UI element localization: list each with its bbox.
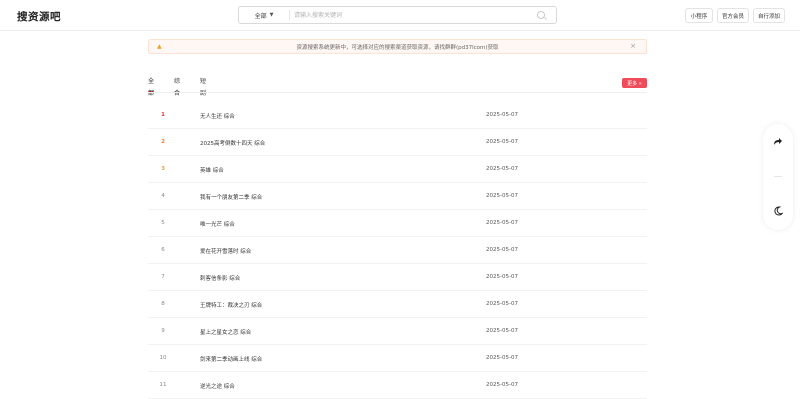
list-item[interactable]: 2 2025高考倒数十四天 综合 2025-05-07 xyxy=(148,129,647,156)
item-title[interactable]: 爱在花开雪落时 综合 xyxy=(200,247,251,255)
moon-icon xyxy=(774,206,783,216)
item-title[interactable]: 唯一光芒 综合 xyxy=(200,220,235,228)
search-input[interactable] xyxy=(294,8,529,22)
mini-program-button[interactable]: 小程序 xyxy=(685,8,713,23)
share-icon xyxy=(774,138,782,145)
item-title[interactable]: 无人生还 综合 xyxy=(200,112,235,120)
item-title[interactable]: 2025高考倒数十四天 综合 xyxy=(200,139,265,147)
more-button[interactable]: 更多 » xyxy=(622,78,647,88)
search-category-dropdown[interactable]: 全部 ▼ xyxy=(239,7,289,23)
item-date: 2025-05-07 xyxy=(486,328,518,334)
chevron-down-icon: ▼ xyxy=(269,12,274,18)
tab-short-drama[interactable]: 短剧 xyxy=(200,76,206,97)
close-icon[interactable]: × xyxy=(630,42,636,50)
list-item[interactable]: 9 星上之星女之恋 综合 2025-05-07 xyxy=(148,318,647,345)
list-item[interactable]: 7 刺客信条影 综合 2025-05-07 xyxy=(148,264,647,291)
item-date: 2025-05-07 xyxy=(486,247,518,253)
tabs-divider xyxy=(148,92,647,93)
rank-number: 2 xyxy=(161,139,165,145)
top-header: 搜资源吧 全部 ▼ 小程序 官方会员 自行添加 xyxy=(0,0,800,31)
rank-number: 3 xyxy=(161,166,165,172)
side-toolbar xyxy=(763,124,793,230)
item-title[interactable]: 星上之星女之恋 综合 xyxy=(200,328,251,336)
list-item[interactable]: 8 王牌特工：裁决之刃 综合 2025-05-07 xyxy=(148,291,647,318)
self-add-button[interactable]: 自行添加 xyxy=(753,8,785,23)
item-date: 2025-05-07 xyxy=(486,166,518,172)
side-divider xyxy=(774,176,782,177)
official-member-button[interactable]: 官方会员 xyxy=(717,8,749,23)
search-bar: 全部 ▼ xyxy=(238,6,557,24)
item-date: 2025-05-07 xyxy=(486,301,518,307)
list-item[interactable]: 5 唯一光芒 综合 2025-05-07 xyxy=(148,210,647,237)
share-button[interactable] xyxy=(763,126,793,156)
rank-number: 1 xyxy=(161,112,165,118)
item-title[interactable]: 逆光之途 综合 xyxy=(200,382,235,390)
list-item[interactable]: 6 爱在花开雪落时 综合 2025-05-07 xyxy=(148,237,647,264)
rank-number: 4 xyxy=(161,193,165,199)
list-item[interactable]: 1 无人生还 综合 2025-05-07 xyxy=(148,102,647,129)
tab-all[interactable]: 全部 xyxy=(148,76,155,97)
notice-banner: ▲ 资源搜索系统更新中，可选择对应的搜索渠道获取资源，请找群群(pd37lcom… xyxy=(148,39,647,54)
item-title[interactable]: 英雄 综合 xyxy=(200,166,224,174)
rank-number: 5 xyxy=(161,220,165,226)
list-item[interactable]: 11 逆光之途 综合 2025-05-07 xyxy=(148,372,647,399)
item-title[interactable]: 王牌特工：裁决之刃 综合 xyxy=(200,301,262,309)
item-date: 2025-05-07 xyxy=(486,112,518,118)
notice-text: 资源搜索系统更新中，可选择对应的搜索渠道获取资源，请找群群(pd37lcom)获… xyxy=(296,45,499,51)
item-title[interactable]: 刺客信条影 综合 xyxy=(200,274,240,282)
rank-number: 6 xyxy=(161,247,165,253)
rank-number: 10 xyxy=(159,355,167,361)
rank-number: 8 xyxy=(161,301,165,307)
rank-number: 11 xyxy=(159,382,167,388)
list-item[interactable]: 10 剑来第二季动画上线 综合 2025-05-07 xyxy=(148,345,647,372)
item-date: 2025-05-07 xyxy=(486,382,518,388)
search-divider xyxy=(289,10,290,20)
search-category-label: 全部 xyxy=(254,12,267,20)
item-date: 2025-05-07 xyxy=(486,274,518,280)
rank-number: 7 xyxy=(161,274,165,280)
item-date: 2025-05-07 xyxy=(486,139,518,145)
site-logo[interactable]: 搜资源吧 xyxy=(17,9,61,24)
tab-general[interactable]: 综合 xyxy=(174,76,180,97)
item-date: 2025-05-07 xyxy=(486,193,518,199)
rank-number: 9 xyxy=(161,328,165,334)
search-icon[interactable] xyxy=(537,11,545,19)
list-item[interactable]: 4 我有一个朋友第二季 综合 2025-05-07 xyxy=(148,183,647,210)
list-item[interactable]: 3 英雄 综合 2025-05-07 xyxy=(148,156,647,183)
item-title[interactable]: 剑来第二季动画上线 综合 xyxy=(200,355,262,363)
item-date: 2025-05-07 xyxy=(486,355,518,361)
item-title[interactable]: 我有一个朋友第二季 综合 xyxy=(200,193,262,201)
theme-toggle-button[interactable] xyxy=(763,196,793,226)
item-date: 2025-05-07 xyxy=(486,220,518,226)
